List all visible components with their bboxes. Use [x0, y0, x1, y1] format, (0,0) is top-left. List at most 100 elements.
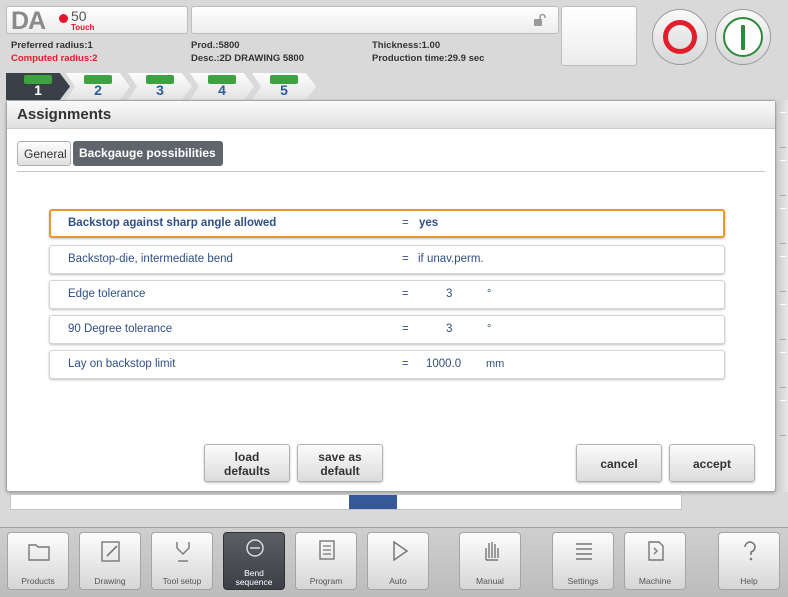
row-lay-on-backstop-limit[interactable]: Lay on backstop limit = 1000.0 mm — [49, 350, 725, 379]
machine-icon — [648, 541, 664, 561]
step-3[interactable]: 3 — [128, 73, 192, 100]
row-edge-tolerance[interactable]: Edge tolerance = 3 ° — [49, 280, 725, 309]
toolbar-label: Machine — [638, 576, 672, 586]
blank-panel — [561, 6, 637, 66]
toolbar-label: Settings — [567, 576, 599, 586]
row-label: Backstop-die, intermediate bend — [68, 253, 233, 265]
row-unit: mm — [486, 358, 505, 370]
preferred-radius: Preferred radius:1 — [11, 40, 93, 51]
assignments-panel: Assignments General Backgauge possibilit… — [6, 100, 776, 492]
row-label: 90 Degree tolerance — [68, 323, 173, 335]
program-button[interactable]: Program — [295, 532, 357, 590]
strip-segment — [780, 256, 786, 292]
row-unit: ° — [487, 288, 492, 300]
settings-list-icon — [576, 543, 592, 560]
auto-button[interactable]: Auto — [367, 532, 429, 590]
row-backstop-die[interactable]: Backstop-die, intermediate bend = if una… — [49, 245, 725, 274]
strip-segment — [780, 352, 786, 388]
logo-dot — [59, 14, 68, 23]
row-90-degree-tolerance[interactable]: 90 Degree tolerance = 3 ° — [49, 315, 725, 344]
production-time: Production time:29.9 sec — [372, 53, 485, 64]
row-label: Backstop against sharp angle allowed — [68, 217, 277, 229]
strip-segment — [780, 208, 786, 244]
strip-segment — [780, 304, 786, 340]
logo-box: DA 50 Touch — [6, 6, 188, 34]
drawing-button[interactable]: Drawing — [79, 532, 141, 590]
save-as-default-button[interactable]: save as default — [297, 444, 383, 482]
tool-icon — [176, 542, 190, 562]
step-4[interactable]: 4 — [190, 73, 254, 100]
button-label: cancel — [600, 457, 638, 471]
row-equals: = — [402, 288, 409, 300]
row-value: 1000.0 — [426, 358, 462, 370]
row-equals: = — [402, 358, 409, 370]
computed-radius: Computed radius:2 — [11, 53, 98, 64]
folder-icon — [28, 544, 50, 561]
tool-setup-button[interactable]: Tool setup — [151, 532, 213, 590]
button-label: save as — [318, 450, 362, 464]
row-value: if unav.perm. — [418, 253, 484, 265]
products-button[interactable]: Products — [7, 532, 69, 590]
toolbar-label: Products — [21, 576, 55, 586]
button-label: defaults — [223, 464, 270, 478]
row-equals: = — [402, 217, 409, 229]
toolbar-label: Help — [740, 576, 758, 586]
step-2[interactable]: 2 — [66, 73, 130, 100]
program-icon — [319, 540, 335, 560]
bottom-toolbar: Products Drawing Tool setup Bend sequenc… — [0, 527, 788, 597]
status-bar — [10, 494, 682, 510]
accept-button[interactable]: accept — [669, 444, 755, 482]
right-side-strip — [778, 100, 788, 492]
strip-segment — [780, 160, 786, 196]
toolbar-label-line: sequence — [235, 577, 273, 587]
step-number: 3 — [156, 82, 164, 98]
button-label: accept — [692, 457, 732, 471]
load-defaults-button[interactable]: load defaults — [204, 444, 290, 482]
button-label: load — [234, 450, 260, 464]
row-label: Lay on backstop limit — [68, 358, 176, 370]
row-label: Edge tolerance — [68, 288, 146, 300]
model-number: 50 — [71, 8, 87, 24]
toolbar-label: Drawing — [94, 576, 126, 586]
row-value: 3 — [446, 288, 453, 300]
toolbar-label: Tool setup — [162, 576, 202, 586]
row-value: 3 — [446, 323, 453, 335]
step-1[interactable]: 1 — [6, 73, 70, 100]
machine-button[interactable]: Machine — [624, 532, 686, 590]
row-backstop-sharp-angle[interactable]: Backstop against sharp angle allowed = y… — [49, 209, 725, 238]
toolbar-label: Manual — [476, 576, 504, 586]
row-equals: = — [402, 253, 409, 265]
start-bar — [741, 25, 745, 50]
divider — [17, 171, 765, 172]
row-unit: ° — [487, 323, 492, 335]
toolbar-label: Auto — [389, 576, 407, 586]
panel-title: Assignments — [7, 101, 775, 129]
bend-sequence-icon — [246, 539, 264, 557]
cancel-button[interactable]: cancel — [576, 444, 662, 482]
strip-segment — [780, 400, 786, 436]
tab-backgauge-possibilities[interactable]: Backgauge possibilities — [73, 141, 223, 166]
step-number: 1 — [34, 82, 42, 98]
button-label: default — [320, 464, 360, 478]
start-button[interactable] — [715, 9, 771, 65]
bend-sequence-button[interactable]: Bend sequence — [223, 532, 285, 590]
tab-general[interactable]: General — [17, 141, 71, 166]
step-number: 4 — [218, 82, 226, 98]
help-button[interactable]: Help — [718, 532, 780, 590]
stop-icon — [663, 20, 697, 54]
drawing-icon — [101, 541, 120, 562]
toolbar-label: Bend sequence — [224, 569, 284, 587]
unlocked-icon[interactable] — [532, 13, 546, 27]
strip-segment — [780, 112, 786, 148]
toolbar-label: Program — [309, 576, 343, 586]
touch-label: Touch — [71, 23, 95, 32]
step-number: 5 — [280, 82, 288, 98]
step-5[interactable]: 5 — [252, 73, 316, 100]
row-equals: = — [402, 323, 409, 335]
settings-button[interactable]: Settings — [552, 532, 614, 590]
manual-button[interactable]: Manual — [459, 532, 521, 590]
question-icon — [744, 541, 756, 561]
stop-button[interactable] — [652, 9, 708, 65]
step-number: 2 — [94, 82, 102, 98]
row-value: yes — [419, 217, 439, 229]
